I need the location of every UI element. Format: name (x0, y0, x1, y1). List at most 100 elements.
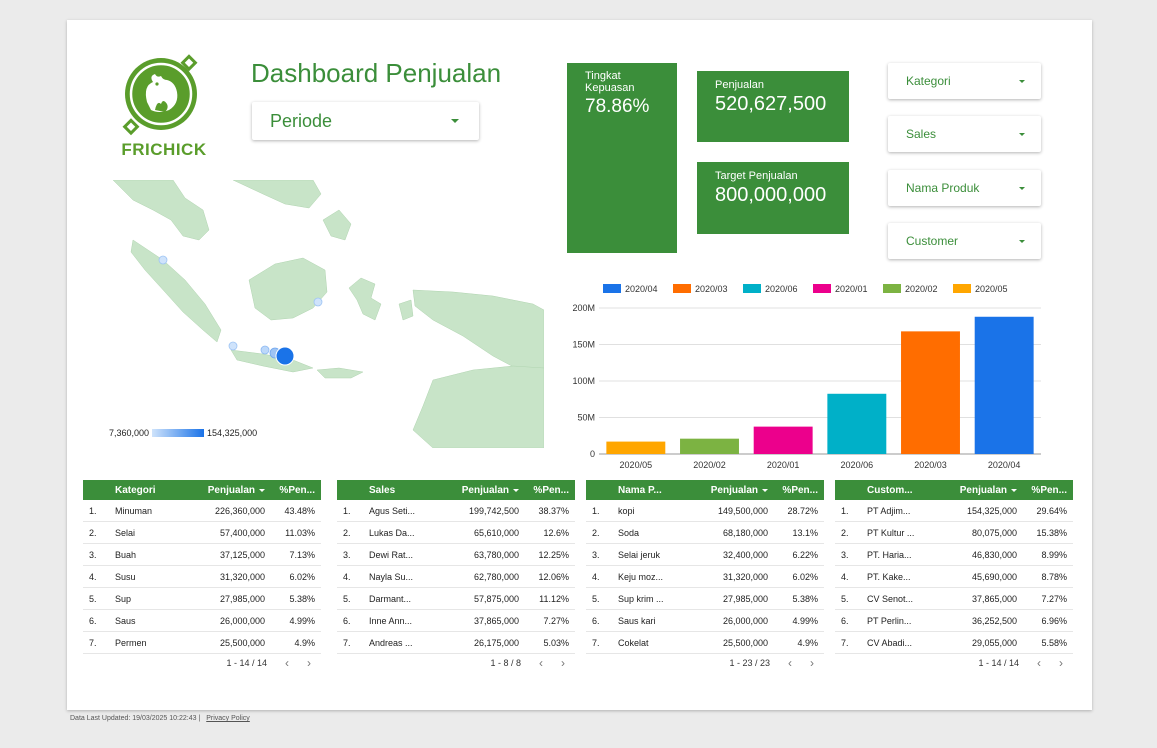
legend-swatch (603, 284, 621, 293)
table-cell: 226,360,000 (214, 505, 265, 516)
periode-dropdown[interactable]: Periode (252, 102, 479, 140)
table-row[interactable]: 2. Soda 68,180,000 13.1% (586, 522, 824, 544)
column-header[interactable]: Sales (369, 485, 459, 496)
table-cell: 62,780,000 (473, 571, 519, 582)
table-cell: 4.99% (792, 615, 818, 626)
legend-max: 154,325,000 (207, 428, 258, 438)
table-row[interactable]: 2. Lukas Da... 65,610,000 12.6% (337, 522, 575, 544)
filter-nama-produk[interactable]: Nama Produk (888, 170, 1041, 206)
table-cell: 6. (89, 615, 97, 626)
chevron-down-icon (1019, 79, 1025, 83)
table-row[interactable]: 4. Nayla Su... 62,780,000 12.06% (337, 566, 575, 588)
table-header: Nama P... Penjualan %Pen... (586, 480, 824, 500)
table-cell: 13.1% (792, 527, 818, 538)
column-header[interactable]: %Pen... (525, 485, 575, 496)
table-row[interactable]: 3. PT. Haria... 46,830,000 8.99% (835, 544, 1073, 566)
column-header[interactable]: Kategori (115, 485, 205, 496)
chevron-left-icon[interactable]: ‹ (1037, 656, 1041, 670)
indonesia-geo-map[interactable] (113, 180, 544, 448)
table-cell: Selai jeruk (618, 549, 661, 560)
table-cell: Keju moz... (618, 571, 664, 582)
column-header[interactable]: Custom... (867, 485, 957, 496)
table-cell: 6.96% (1041, 615, 1067, 626)
chevron-left-icon[interactable]: ‹ (788, 656, 792, 670)
chevron-right-icon[interactable]: › (1059, 656, 1063, 670)
kpi-label: Penjualan (715, 79, 764, 91)
table-row[interactable]: 7. CV Abadi... 29,055,000 5.58% (835, 632, 1073, 654)
chevron-right-icon[interactable]: › (810, 656, 814, 670)
table-row[interactable]: 5. Darmant... 57,875,000 11.12% (337, 588, 575, 610)
frichick-logo: FRICHICK (119, 52, 209, 162)
table-row[interactable]: 4. Susu 31,320,000 6.02% (83, 566, 321, 588)
table-cell: 6.02% (792, 571, 818, 582)
table-cell: 4. (89, 571, 97, 582)
table-cell: 26,000,000 (722, 615, 768, 626)
table-pager: 1 - 8 / 8 ‹ › (337, 654, 575, 672)
x-tick-label: 2020/04 (988, 460, 1021, 470)
table-row[interactable]: 3. Dewi Rat... 63,780,000 12.25% (337, 544, 575, 566)
table-row[interactable]: 6. Saus 26,000,000 4.99% (83, 610, 321, 632)
column-header-sorted[interactable]: Penjualan (205, 485, 271, 496)
column-header[interactable]: Nama P... (618, 485, 708, 496)
table-row[interactable]: 1. kopi 149,500,000 28.72% (586, 500, 824, 522)
column-header-sorted[interactable]: Penjualan (459, 485, 525, 496)
chevron-right-icon[interactable]: › (561, 656, 565, 670)
table-row[interactable]: 5. Sup 27,985,000 5.38% (83, 588, 321, 610)
table-row[interactable]: 7. Permen 25,500,000 4.9% (83, 632, 321, 654)
page-title: Dashboard Penjualan (251, 58, 502, 88)
table-cell: PT Kultur ... (867, 527, 915, 538)
table-cell: 4. (592, 571, 600, 582)
table-row[interactable]: 7. Cokelat 25,500,000 4.9% (586, 632, 824, 654)
map-bubble (313, 297, 323, 307)
table-row[interactable]: 6. Inne Ann... 37,865,000 7.27% (337, 610, 575, 632)
table-row[interactable]: 5. Sup krim ... 27,985,000 5.38% (586, 588, 824, 610)
report-canvas: FRICHICK Dashboard Penjualan Periode Tin… (67, 20, 1092, 710)
table-cell: 46,830,000 (971, 549, 1017, 560)
table-cell: Cokelat (618, 637, 649, 648)
table-cell: 8.99% (1041, 549, 1067, 560)
table-cell: Inne Ann... (369, 615, 413, 626)
kpi-value: 78.86% (585, 96, 650, 117)
column-header[interactable]: %Pen... (271, 485, 321, 496)
table-cell: 5.38% (792, 593, 818, 604)
table-row[interactable]: 3. Buah 37,125,000 7.13% (83, 544, 321, 566)
y-tick-label: 150M (572, 340, 595, 350)
kpi-sales: Penjualan 520,627,500 (697, 71, 849, 142)
table-row[interactable]: 3. Selai jeruk 32,400,000 6.22% (586, 544, 824, 566)
filter-kategori[interactable]: Kategori (888, 63, 1041, 99)
column-header-sorted[interactable]: Penjualan (957, 485, 1023, 496)
column-header[interactable]: %Pen... (1023, 485, 1073, 496)
table-cell: 12.25% (538, 549, 569, 560)
table-cell: 2. (343, 527, 351, 538)
table-row[interactable]: 1. Agus Seti... 199,742,500 38.37% (337, 500, 575, 522)
chevron-left-icon[interactable]: ‹ (539, 656, 543, 670)
column-header-sorted[interactable]: Penjualan (708, 485, 774, 496)
table-row[interactable]: 5. CV Senot... 37,865,000 7.27% (835, 588, 1073, 610)
table-row[interactable]: 6. PT Perlin... 36,252,500 6.96% (835, 610, 1073, 632)
table-row[interactable]: 2. Selai 57,400,000 11.03% (83, 522, 321, 544)
column-header[interactable]: %Pen... (774, 485, 824, 496)
table-row[interactable]: 4. PT. Kake... 45,690,000 8.78% (835, 566, 1073, 588)
table-cell: Andreas ... (369, 637, 413, 648)
table-row[interactable]: 6. Saus kari 26,000,000 4.99% (586, 610, 824, 632)
table-cell: 149,500,000 (717, 505, 768, 516)
filter-customer[interactable]: Customer (888, 223, 1041, 259)
table-row[interactable]: 7. Andreas ... 26,175,000 5.03% (337, 632, 575, 654)
table-row[interactable]: 1. PT Adjim... 154,325,000 29.64% (835, 500, 1073, 522)
legend-swatch (883, 284, 901, 293)
chevron-left-icon[interactable]: ‹ (285, 656, 289, 670)
map-region (130, 239, 222, 343)
privacy-policy-link[interactable]: Privacy Policy (206, 715, 250, 722)
chevron-right-icon[interactable]: › (307, 656, 311, 670)
table-row[interactable]: 1. Minuman 226,360,000 43.48% (83, 500, 321, 522)
table-row[interactable]: 4. Keju moz... 31,320,000 6.02% (586, 566, 824, 588)
logo-text: FRICHICK (121, 140, 207, 159)
table-row[interactable]: 2. PT Kultur ... 80,075,000 15.38% (835, 522, 1073, 544)
table-cell: 63,780,000 (473, 549, 519, 560)
filter-sales[interactable]: Sales (888, 116, 1041, 152)
table-cell: 154,325,000 (966, 505, 1017, 516)
sales-bar-chart: 2020/04 2020/03 2020/06 2020/01 2020/02 2020/… (572, 284, 1041, 470)
pager-range: 1 - 14 / 14 (226, 658, 267, 668)
table-cell: PT. Kake... (867, 571, 911, 582)
map-bubble (228, 341, 238, 351)
